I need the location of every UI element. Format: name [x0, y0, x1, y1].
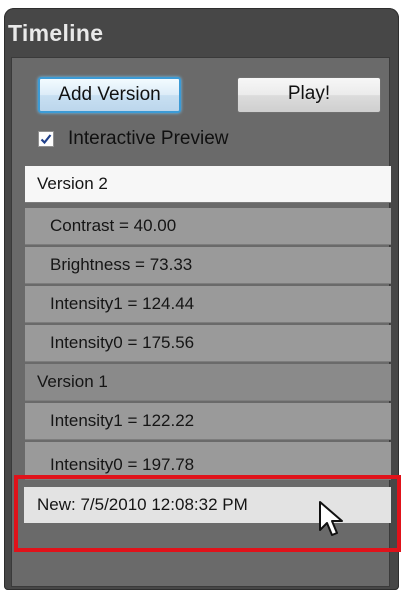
add-version-button[interactable]: Add Version	[38, 77, 181, 113]
checkmark-icon	[40, 134, 52, 145]
interactive-preview-checkbox[interactable]	[38, 131, 54, 147]
tree-item-brightness[interactable]: Brightness = 73.33	[25, 247, 391, 284]
interactive-preview-label: Interactive Preview	[68, 128, 229, 149]
tree-item-contrast[interactable]: Contrast = 40.00	[25, 208, 391, 245]
tree-item-version-2[interactable]: Version 2	[25, 166, 391, 203]
tree-item-version-1[interactable]: Version 1	[25, 364, 391, 401]
tree-item-intensity0[interactable]: Intensity0 = 175.56	[25, 325, 391, 362]
panel-title: Timeline	[8, 20, 104, 46]
play-button[interactable]: Play!	[237, 77, 381, 113]
tree-item-intensity1-v1[interactable]: Intensity1 = 122.22	[25, 403, 391, 440]
mouse-pointer-icon	[319, 501, 343, 536]
tree-item-intensity1[interactable]: Intensity1 = 124.44	[25, 286, 391, 323]
